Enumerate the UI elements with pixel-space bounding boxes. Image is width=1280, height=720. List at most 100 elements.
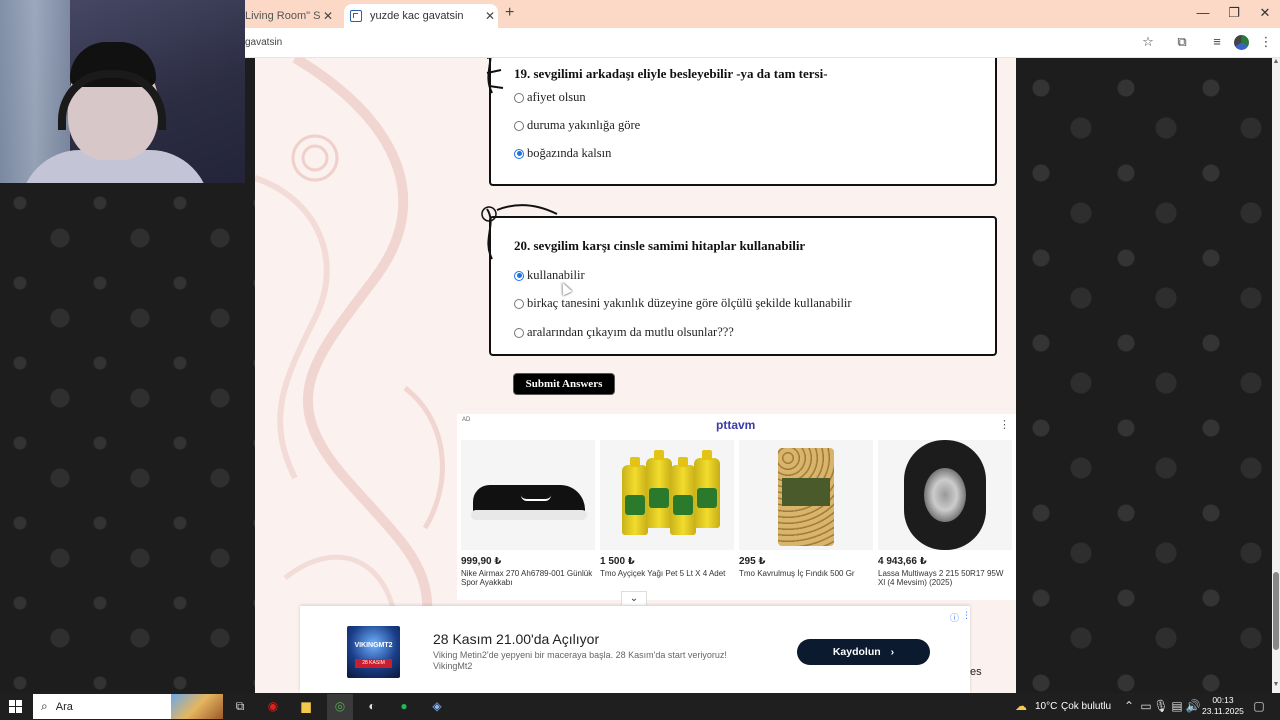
close-icon[interactable]: ⋮ xyxy=(962,610,971,621)
answer-option[interactable]: birkaç tanesini yakınlık düzeyine göre ö… xyxy=(514,296,852,311)
chevron-down-icon[interactable]: ⌄ xyxy=(621,591,647,605)
ad-product[interactable]: 295 ₺ Tmo Kavrulmuş İç Fındık 500 Gr xyxy=(739,440,873,578)
radio-button-selected[interactable] xyxy=(514,148,524,159)
product-image[interactable] xyxy=(739,440,873,550)
search-highlight-image xyxy=(171,694,223,719)
ad-brand-logo[interactable]: pttavm xyxy=(716,418,755,432)
banner-description: Viking Metin2'de yepyeni bir maceraya ba… xyxy=(433,650,727,671)
restore-icon[interactable]: ❐ xyxy=(1224,5,1244,21)
tab-living-room[interactable]: Living Room" Sound ✕ xyxy=(245,4,340,28)
search-placeholder: Ara xyxy=(55,700,73,713)
product-price: 4 943,66 ₺ xyxy=(878,556,927,567)
answer-option[interactable]: boğazında kalsın xyxy=(514,146,611,161)
ad-label: AD xyxy=(462,417,471,423)
close-icon[interactable]: ✕ xyxy=(482,9,498,23)
site-favicon-icon xyxy=(350,10,362,22)
signup-label: Kaydolun xyxy=(832,646,881,658)
windows-start-icon[interactable] xyxy=(9,700,22,713)
star-icon[interactable]: ☆ xyxy=(1139,34,1157,50)
answer-option[interactable]: duruma yakınlığa göre xyxy=(514,118,640,133)
product-name: Tmo Ayçiçek Yağı Pet 5 Lt X 4 Adet xyxy=(600,569,726,578)
task-view-icon[interactable]: ⧉ xyxy=(231,697,249,715)
pttavm-ad[interactable]: AD pttavm ⋮ 999,90 ₺ Nike Airmax 270 Ah6… xyxy=(457,414,1016,600)
weather-icon[interactable]: ☁ xyxy=(1012,697,1030,715)
notification-icon[interactable]: ▢ xyxy=(1250,697,1268,715)
ad-info-icon[interactable]: ⓘ xyxy=(950,611,959,624)
tab-active-quiz[interactable]: yuzde kac gavatsin ✕ xyxy=(344,4,498,28)
option-label: kullanabilir xyxy=(527,268,585,282)
option-label: birkaç tanesini yakınlık düzeyine göre ö… xyxy=(527,296,852,310)
plus-icon[interactable]: + xyxy=(505,4,514,22)
game-banner-ad[interactable]: VIKINGMT2 28 KASIM 28 Kasım 21.00'da Açı… xyxy=(300,606,971,693)
chevron-right-icon: › xyxy=(890,646,895,658)
scroll-down-icon[interactable]: ▼ xyxy=(1272,681,1280,691)
url-text[interactable]: gavatsin xyxy=(245,37,282,48)
scrollbar-thumb[interactable] xyxy=(1273,572,1279,650)
obs-icon[interactable]: ◐ xyxy=(363,697,381,715)
search-icon: ⌕ xyxy=(41,699,48,713)
ad-product[interactable]: 1 500 ₺ Tmo Ayçiçek Yağı Pet 5 Lt X 4 Ad… xyxy=(600,440,734,578)
product-name: Nike Airmax 270 Ah6789-001 Günlük Spor A… xyxy=(461,569,593,587)
close-icon[interactable]: ✕ xyxy=(320,9,336,23)
opera-icon[interactable]: ◉ xyxy=(264,697,282,715)
page-background-left xyxy=(0,183,255,693)
option-label: duruma yakınlığa göre xyxy=(527,118,641,132)
minimize-icon[interactable]: — xyxy=(1193,5,1213,20)
product-price: 1 500 ₺ xyxy=(600,556,635,567)
clock[interactable]: 00:13 23.11.2025 xyxy=(1202,695,1244,717)
ad-product[interactable]: 4 943,66 ₺ Lassa Multiways 2 215 50R17 9… xyxy=(878,440,1012,587)
weather-desc[interactable]: Çok bulutlu xyxy=(1061,701,1111,712)
logo-date: 28 KASIM xyxy=(355,659,392,668)
product-image[interactable] xyxy=(461,440,595,550)
question-card-19: 19. sevgilimi arkadaşı eliyle besleyebil… xyxy=(486,58,997,186)
quiz-page: 19. sevgilimi arkadaşı eliyle besleyebil… xyxy=(255,58,1016,693)
option-label: aralarından çıkayım da mutlu olsunlar??? xyxy=(527,325,734,339)
floral-decoration xyxy=(255,58,445,693)
chevron-up-icon[interactable]: ⌃ xyxy=(1120,697,1138,715)
page-background-right xyxy=(1016,58,1272,693)
option-label: afiyet olsun xyxy=(527,90,586,104)
signup-button[interactable]: Kaydolun › xyxy=(797,639,930,665)
tab-title: yuzde kac gavatsin xyxy=(370,10,464,22)
answer-option[interactable]: kullanabilir xyxy=(514,268,585,283)
answer-option[interactable]: afiyet olsun xyxy=(514,90,586,105)
banner-title: 28 Kasım 21.00'da Açılıyor xyxy=(433,631,600,647)
profile-avatar-icon[interactable] xyxy=(1234,35,1249,50)
option-label: boğazında kalsın xyxy=(527,146,612,160)
submit-answers-button[interactable]: Submit Answers xyxy=(513,373,615,395)
product-image[interactable] xyxy=(600,440,734,550)
clock-date: 23.11.2025 xyxy=(1202,706,1244,716)
menu-dots-icon[interactable]: ⋮ xyxy=(1257,34,1275,50)
product-name: Tmo Kavrulmuş İç Fındık 500 Gr xyxy=(739,569,855,578)
media-icon[interactable]: ≡ xyxy=(1208,34,1226,49)
question-title: 20. sevgilim karşı cinsle samimi hitapla… xyxy=(514,238,806,253)
radio-button-selected[interactable] xyxy=(514,270,524,281)
file-explorer-icon[interactable]: ▆ xyxy=(297,697,315,715)
radio-button[interactable] xyxy=(514,298,524,309)
logo-text: VIKINGMT2 xyxy=(354,642,393,649)
product-price: 295 ₺ xyxy=(739,556,766,567)
clipped-text: es xyxy=(970,666,982,678)
webcam-overlay xyxy=(0,0,245,183)
question-title: 19. sevgilimi arkadaşı eliyle besleyebil… xyxy=(514,66,828,81)
product-price: 999,90 ₺ xyxy=(461,556,502,567)
spotify-icon[interactable]: ● xyxy=(395,697,413,715)
product-image[interactable] xyxy=(878,440,1012,550)
page-background-left xyxy=(245,58,255,183)
steam-icon[interactable]: ◈ xyxy=(428,697,446,715)
ad-product[interactable]: 999,90 ₺ Nike Airmax 270 Ah6789-001 Günl… xyxy=(461,440,595,587)
radio-button[interactable] xyxy=(514,92,524,103)
more-options-icon[interactable]: ⋮ xyxy=(999,418,1010,431)
chrome-icon[interactable]: ◎ xyxy=(331,697,349,715)
extensions-icon[interactable]: ⧉ xyxy=(1173,34,1191,50)
game-logo[interactable]: VIKINGMT2 28 KASIM xyxy=(347,626,400,678)
answer-option[interactable]: aralarından çıkayım da mutlu olsunlar??? xyxy=(514,325,734,340)
scroll-up-icon[interactable]: ▲ xyxy=(1272,58,1280,68)
radio-button[interactable] xyxy=(514,327,524,338)
clock-time: 00:13 xyxy=(1212,695,1234,705)
close-window-icon[interactable]: ✕ xyxy=(1255,5,1275,21)
product-name: Lassa Multiways 2 215 50R17 95W Xl (4 Me… xyxy=(878,569,1004,587)
radio-button[interactable] xyxy=(514,120,524,131)
weather-temp[interactable]: 10°C xyxy=(1035,701,1057,712)
volume-icon[interactable]: 🔊 xyxy=(1184,697,1202,715)
